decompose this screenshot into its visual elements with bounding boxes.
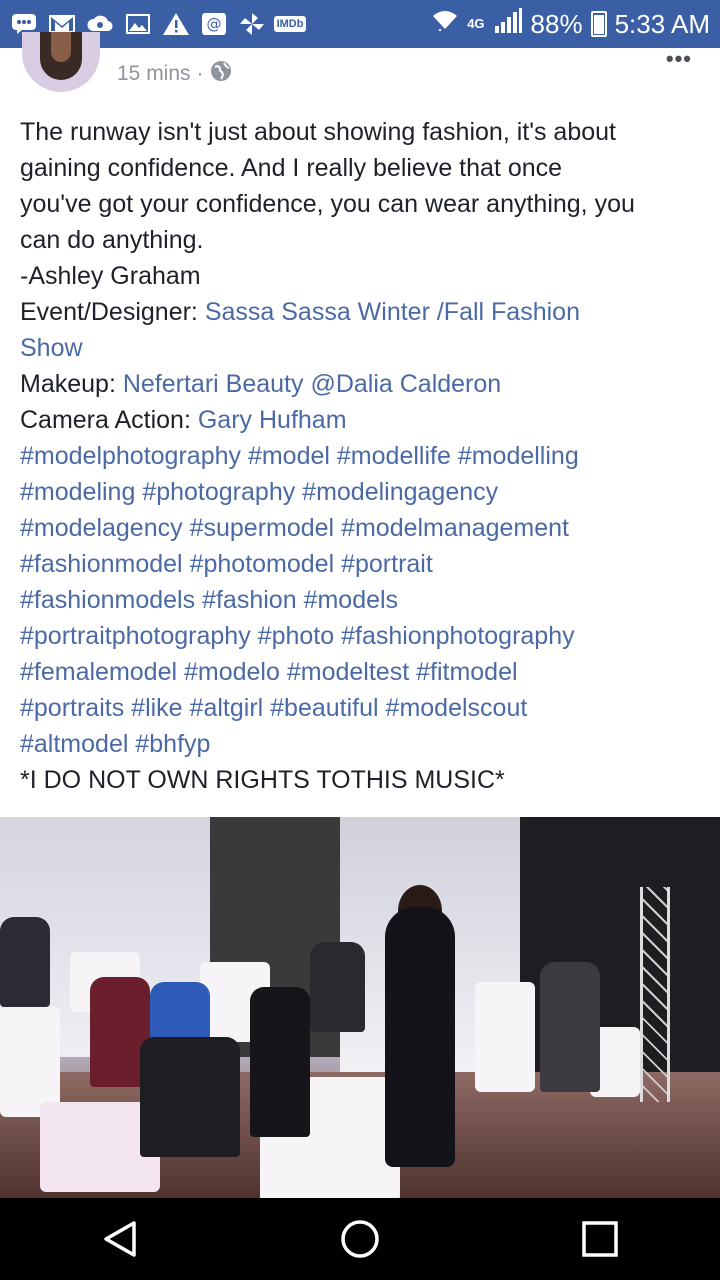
gallery-icon <box>124 12 152 36</box>
pinwheel-icon <box>238 12 266 36</box>
event-label: Event/Designer: <box>20 298 205 326</box>
hashtag-link[interactable]: #model <box>248 442 330 470</box>
hashtag-link[interactable]: #modelagency <box>20 514 183 542</box>
camera-link[interactable]: Gary Hufham <box>198 406 347 434</box>
hashtag-link[interactable]: #modeling <box>20 478 135 506</box>
hashtag-link[interactable]: #modelmanagement <box>341 514 569 542</box>
hashtag-line: #altmodel #bhfyp <box>20 726 704 762</box>
hashtag-link[interactable]: #photomodel <box>190 550 335 578</box>
camera-line: Camera Action: Gary Hufham <box>20 402 704 438</box>
imdb-icon: IMDb <box>273 12 307 36</box>
battery-fill <box>593 14 604 34</box>
camera-label: Camera Action: <box>20 406 198 434</box>
makeup-mention[interactable]: @Dalia Calderon <box>310 370 501 398</box>
status-bar: @ IMDb 4G 88% 5:33 AM <box>0 0 720 48</box>
hashtag-link[interactable]: #portraits <box>20 694 124 722</box>
quote-line: can do anything. <box>20 226 204 254</box>
hashtag-line: #portraitphotography #photo #fashionphot… <box>20 618 704 654</box>
hashtag-block: #modelphotography #model #modellife #mod… <box>20 438 704 762</box>
event-line-continued: Show <box>20 330 704 366</box>
warning-icon <box>162 12 190 36</box>
hashtag-line: #portraits #like #altgirl #beautiful #mo… <box>20 690 704 726</box>
globe-icon <box>210 60 232 88</box>
post-header: 15 mins · ••• <box>0 32 720 108</box>
svg-text:@: @ <box>207 15 222 33</box>
battery-percent: 88% <box>530 8 583 39</box>
hashtag-link[interactable]: #modelphotography <box>20 442 241 470</box>
home-icon[interactable] <box>320 1209 400 1269</box>
event-link-continued[interactable]: Show <box>20 334 83 362</box>
hashtag-link[interactable]: #supermodel <box>190 514 335 542</box>
hashtag-link[interactable]: #fashionmodel <box>20 550 183 578</box>
hashtag-link[interactable]: #altgirl <box>190 694 264 722</box>
battery-icon <box>590 11 607 37</box>
video-player[interactable] <box>0 817 720 1198</box>
clock: 5:33 AM <box>614 8 710 39</box>
hashtag-line: #fashionmodel #photomodel #portrait <box>20 546 704 582</box>
signal-icon <box>493 7 523 41</box>
hashtag-line: #modelphotography #model #modellife #mod… <box>20 438 704 474</box>
hashtag-link[interactable]: #modellife <box>337 442 451 470</box>
makeup-label: Makeup: <box>20 370 123 398</box>
hashtag-line: #femalemodel #modelo #modeltest #fitmode… <box>20 654 704 690</box>
quote-line: The runway isn't just about showing fash… <box>20 118 616 146</box>
hashtag-link[interactable]: #modelo <box>184 658 280 686</box>
hashtag-line: #modeling #photography #modelingagency <box>20 474 704 510</box>
event-link[interactable]: Sassa Sassa Winter /Fall Fashion <box>205 298 580 326</box>
network-type: 4G <box>467 16 485 31</box>
hashtag-link[interactable]: #models <box>304 586 399 614</box>
hashtag-link[interactable]: #beautiful <box>270 694 378 722</box>
more-options-icon[interactable]: ••• <box>666 46 692 72</box>
hashtag-link[interactable]: #modelling <box>458 442 579 470</box>
hashtag-link[interactable]: #modelscout <box>386 694 528 722</box>
makeup-link[interactable]: Nefertari Beauty <box>123 370 304 398</box>
quote-attribution: -Ashley Graham <box>20 262 201 290</box>
disclaimer: *I DO NOT OWN RIGHTS TOTHIS MUSIC* <box>20 766 505 794</box>
hashtag-link[interactable]: #bhfyp <box>135 730 210 758</box>
hashtag-link[interactable]: #like <box>131 694 182 722</box>
at-icon: @ <box>200 12 228 36</box>
back-icon[interactable] <box>80 1209 160 1269</box>
post-timestamp[interactable]: 15 mins <box>117 62 191 86</box>
event-line: Event/Designer: Sassa Sassa Winter /Fall… <box>20 294 704 330</box>
hashtag-link[interactable]: #portraitphotography <box>20 622 251 650</box>
hashtag-link[interactable]: #modeltest <box>287 658 409 686</box>
hashtag-line: #modelagency #supermodel #modelmanagemen… <box>20 510 704 546</box>
hashtag-link[interactable]: #modelingagency <box>302 478 498 506</box>
navigation-bar <box>0 1198 720 1280</box>
quote-line: you've got your confidence, you can wear… <box>20 190 635 218</box>
wifi-icon <box>431 9 459 40</box>
hashtag-link[interactable]: #portrait <box>341 550 433 578</box>
post-meta: 15 mins · <box>117 60 232 88</box>
hashtag-link[interactable]: #photo <box>258 622 334 650</box>
meta-separator: · <box>196 62 204 85</box>
makeup-line: Makeup: Nefertari Beauty @Dalia Calderon <box>20 366 704 402</box>
system-status: 4G 88% 5:33 AM <box>431 7 710 41</box>
recents-icon[interactable] <box>560 1209 640 1269</box>
hashtag-link[interactable]: #fitmodel <box>416 658 517 686</box>
avatar[interactable] <box>22 32 100 92</box>
hashtag-link[interactable]: #fashionphotography <box>341 622 575 650</box>
hashtag-line: #fashionmodels #fashion #models <box>20 582 704 618</box>
hashtag-link[interactable]: #femalemodel <box>20 658 177 686</box>
quote-line: gaining confidence. And I really believe… <box>20 154 563 182</box>
hashtag-link[interactable]: #fashionmodels <box>20 586 195 614</box>
hashtag-link[interactable]: #photography <box>142 478 295 506</box>
post-body: The runway isn't just about showing fash… <box>20 114 704 798</box>
hashtag-link[interactable]: #fashion <box>202 586 297 614</box>
hashtag-link[interactable]: #altmodel <box>20 730 128 758</box>
